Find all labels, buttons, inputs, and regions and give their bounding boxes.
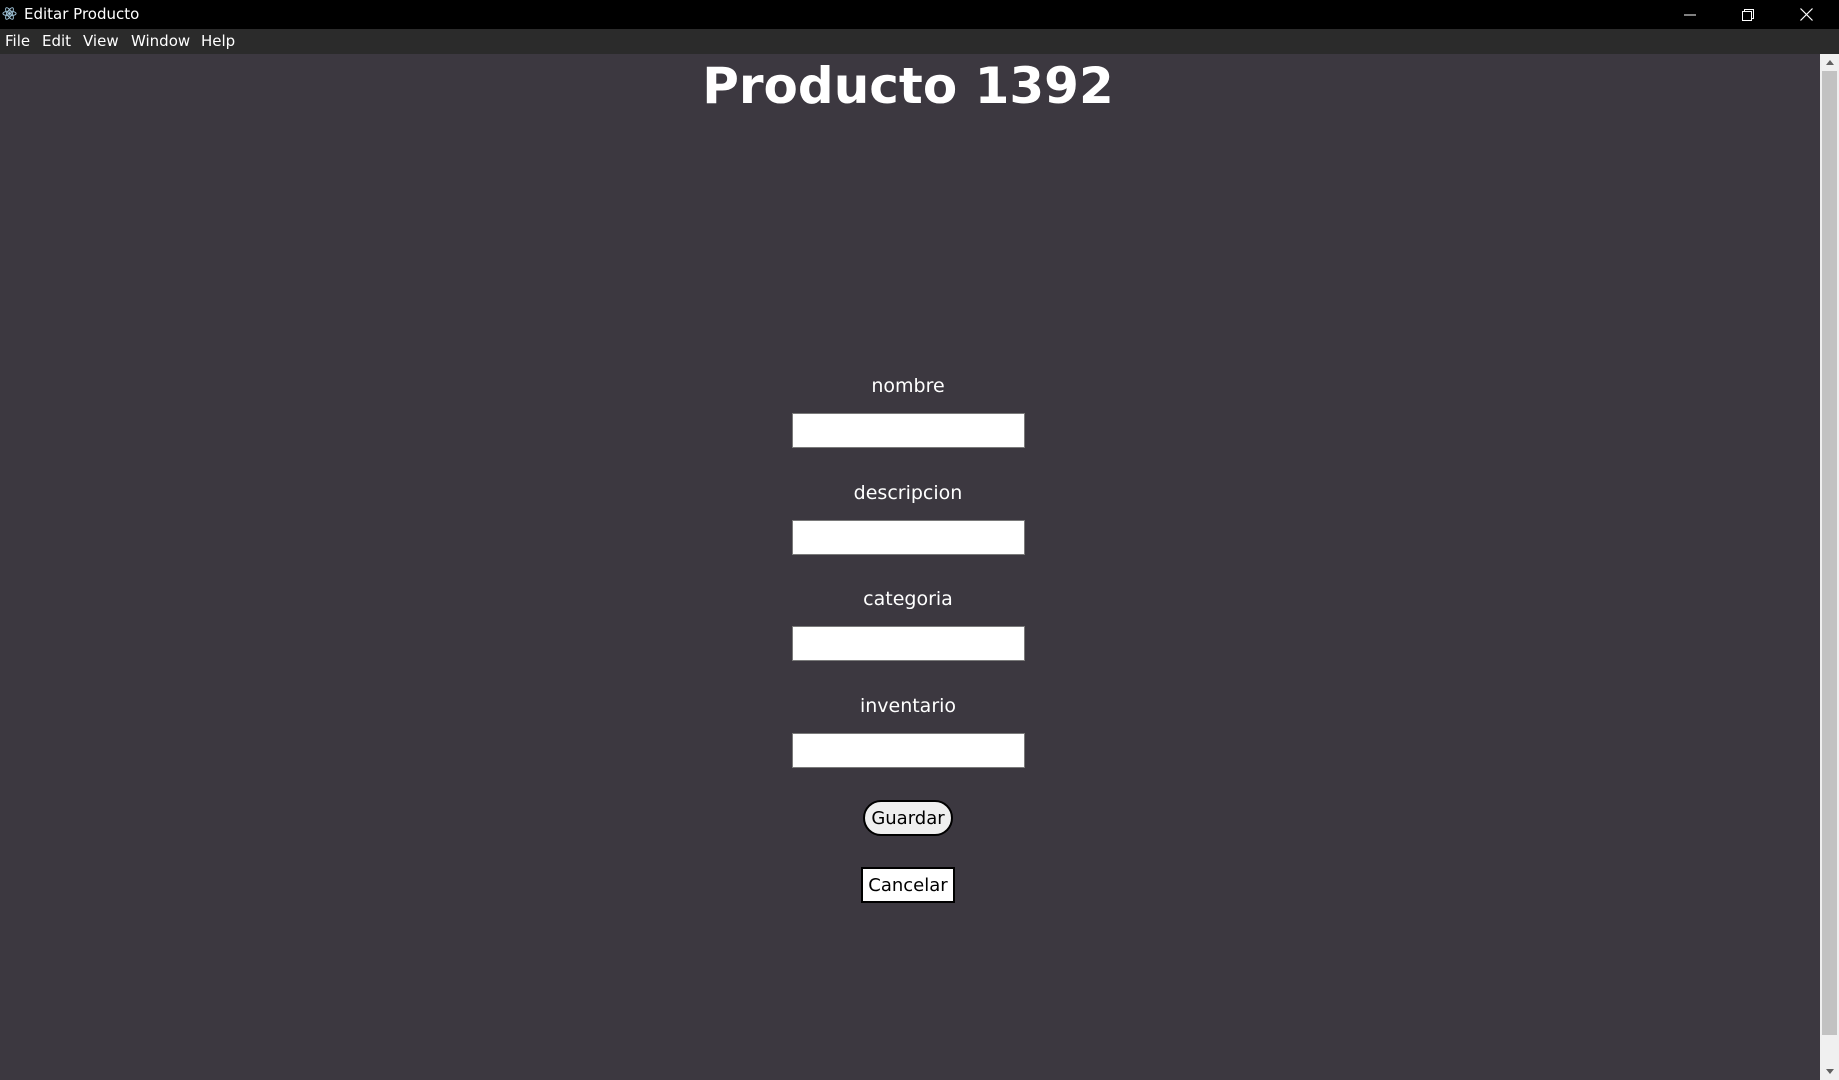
close-button[interactable] [1777, 0, 1835, 29]
restore-icon [1742, 8, 1754, 21]
menu-file[interactable]: File [5, 32, 30, 51]
app-window: Editar Producto File Edit View Window He… [0, 0, 1839, 1080]
menu-window[interactable]: Window [131, 32, 190, 51]
menu-view[interactable]: View [83, 32, 119, 51]
arrow-down-icon [1825, 1069, 1834, 1074]
electron-atom-icon [2, 7, 17, 20]
scroll-thumb[interactable] [1822, 71, 1837, 1035]
nombre-input[interactable] [792, 413, 1025, 448]
arrow-up-icon [1825, 60, 1834, 65]
descripcion-input[interactable] [792, 520, 1025, 555]
menu-help[interactable]: Help [201, 32, 235, 51]
page-title: Producto 1392 [702, 57, 1114, 115]
categoria-input[interactable] [792, 626, 1025, 661]
minimize-icon [1684, 14, 1696, 15]
descripcion-label: descripcion [853, 482, 963, 504]
inventario-label: inventario [859, 695, 957, 717]
minimize-button[interactable] [1661, 0, 1719, 29]
restore-button[interactable] [1719, 0, 1777, 29]
categoria-label: categoria [863, 588, 953, 610]
window-title: Editar Producto [24, 5, 140, 23]
save-button[interactable]: Guardar [863, 800, 953, 836]
scroll-up-button[interactable] [1820, 54, 1839, 71]
cancel-button[interactable]: Cancelar [861, 867, 955, 903]
inventario-input[interactable] [792, 733, 1025, 768]
close-icon [1799, 8, 1813, 21]
nombre-label: nombre [871, 375, 945, 397]
vertical-scrollbar[interactable] [1820, 54, 1839, 1080]
menu-edit[interactable]: Edit [42, 32, 71, 51]
menu-bar: File Edit View Window Help [0, 29, 1839, 54]
main-content: Producto 1392 nombre descripcion categor… [0, 54, 1820, 1080]
scroll-down-button[interactable] [1820, 1063, 1839, 1080]
title-bar[interactable]: Editar Producto [0, 0, 1839, 29]
